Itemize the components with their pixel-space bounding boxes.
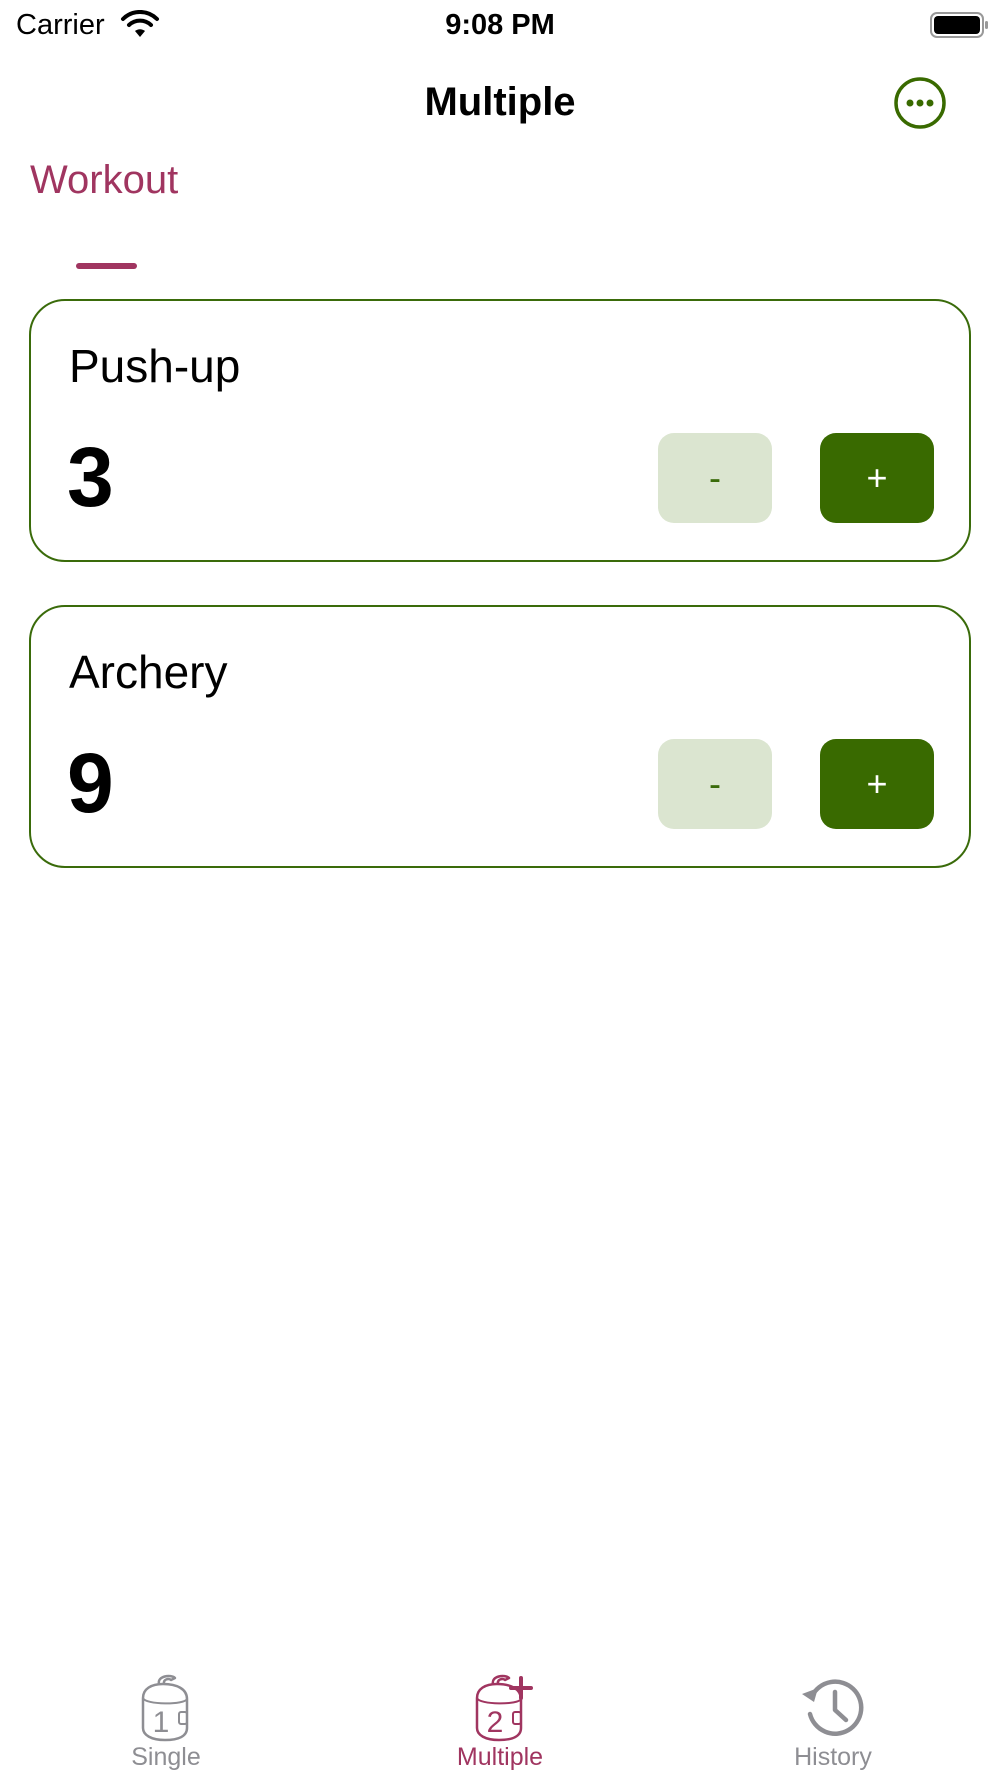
single-counter-icon: 1 bbox=[141, 1674, 189, 1742]
decrement-button[interactable]: - bbox=[658, 433, 772, 523]
tab-selected-indicator bbox=[76, 263, 137, 269]
counter-card: Push-up 3 - + bbox=[29, 299, 971, 562]
tab-workout-label: Workout bbox=[30, 158, 179, 202]
status-bar: Carrier 9:08 PM bbox=[0, 0, 1000, 50]
counter-name: Push-up bbox=[69, 340, 241, 392]
tab-workout[interactable]: Workout bbox=[30, 156, 179, 269]
svg-text:2: 2 bbox=[487, 1706, 504, 1739]
history-icon bbox=[802, 1679, 864, 1736]
tab-bar: 1 Single 2 Multiple History bbox=[0, 1660, 1000, 1778]
tab-history-label: History bbox=[794, 1743, 872, 1771]
counter-name: Archery bbox=[69, 646, 228, 698]
counter-card: Archery 9 - + bbox=[29, 605, 971, 868]
status-time: 9:08 PM bbox=[445, 9, 555, 41]
decrement-button[interactable]: - bbox=[658, 739, 772, 829]
tab-single[interactable]: 1 Single bbox=[66, 1660, 266, 1778]
tab-multiple[interactable]: 2 Multiple bbox=[400, 1660, 600, 1778]
increment-button[interactable]: + bbox=[820, 433, 934, 523]
tab-single-label: Single bbox=[131, 1743, 201, 1771]
page-title: Multiple bbox=[424, 80, 576, 124]
tab-multiple-label: Multiple bbox=[456, 1743, 544, 1771]
tab-history[interactable]: History bbox=[733, 1660, 933, 1778]
increment-button[interactable]: + bbox=[820, 739, 934, 829]
multiple-counter-icon: 2 bbox=[475, 1674, 533, 1742]
battery-icon bbox=[930, 12, 988, 38]
more-options-icon[interactable] bbox=[893, 76, 947, 130]
counter-value: 3 bbox=[67, 430, 114, 524]
svg-text:1: 1 bbox=[153, 1706, 170, 1739]
counter-value: 9 bbox=[67, 736, 114, 830]
